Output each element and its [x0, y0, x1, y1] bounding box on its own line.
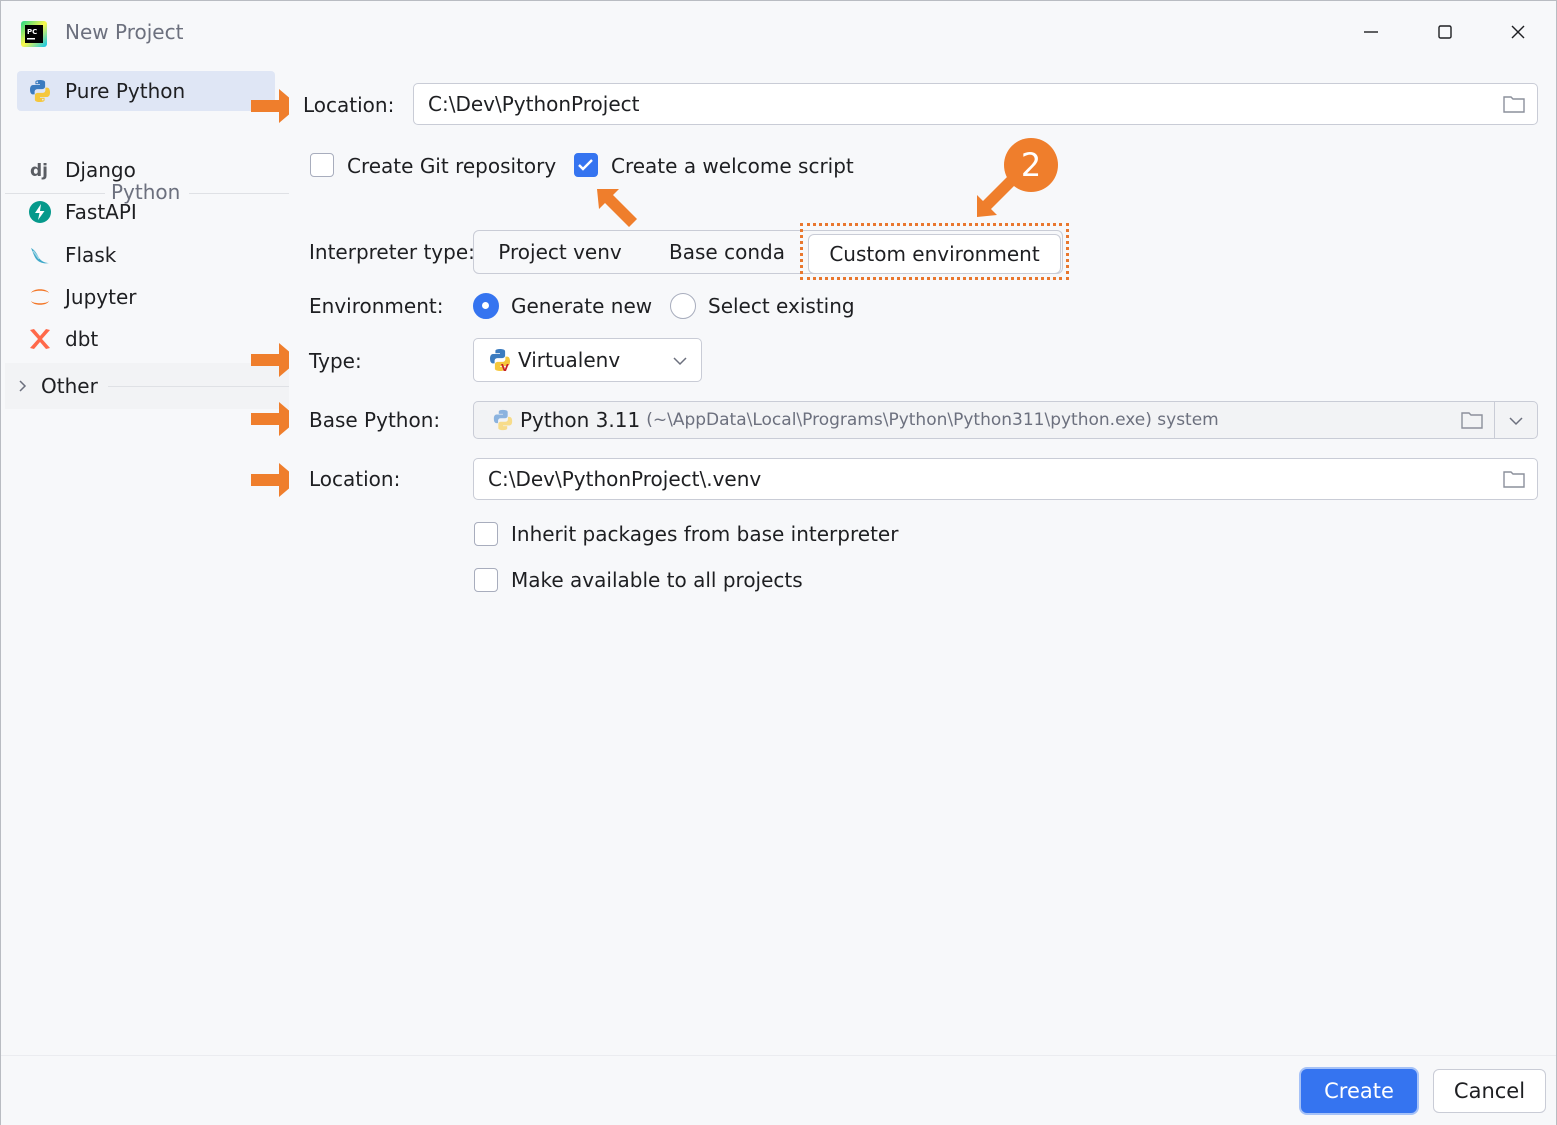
venv-location-input[interactable]: C:\Dev\PythonProject\.venv — [473, 458, 1538, 500]
folder-icon[interactable] — [1461, 410, 1483, 430]
base-python-select[interactable]: Python 3.11 (~\AppData\Local\Programs\Py… — [473, 401, 1538, 439]
location-value: C:\Dev\PythonProject — [428, 92, 640, 116]
sidebar-item-dbt[interactable]: dbt — [17, 319, 275, 359]
sidebar-item-jupyter[interactable]: Jupyter — [17, 277, 275, 317]
project-type-sidebar: Pure Python Python dj Django FastAPI Fla… — [3, 63, 299, 1055]
python-icon — [27, 78, 53, 104]
venv-location-value: C:\Dev\PythonProject\.venv — [488, 467, 762, 491]
maximize-icon — [1438, 25, 1452, 39]
chevron-down-icon[interactable] — [1509, 416, 1523, 426]
jupyter-icon — [27, 284, 53, 310]
type-label: Type: — [309, 349, 362, 373]
inherit-packages-checkbox[interactable] — [474, 522, 498, 546]
minimize-icon — [1364, 31, 1378, 33]
svg-text:V: V — [501, 363, 509, 372]
fastapi-icon — [27, 199, 53, 225]
welcome-script-label: Create a welcome script — [611, 154, 854, 178]
dialog-footer: Create Cancel — [1, 1055, 1556, 1125]
sidebar-item-label: FastAPI — [65, 200, 137, 224]
interpreter-type-label: Interpreter type: — [309, 240, 475, 264]
env-generate-new-label: Generate new — [511, 294, 653, 318]
window-title: New Project — [65, 20, 184, 44]
svg-text:dj: dj — [30, 161, 48, 181]
virtualenv-icon: V — [490, 349, 510, 372]
svg-text:PC: PC — [27, 28, 37, 36]
type-value: Virtualenv — [518, 348, 621, 372]
sidebar-item-django[interactable]: dj Django — [17, 150, 275, 190]
sidebar-item-pure-python[interactable]: Pure Python — [17, 71, 275, 111]
checkmark-icon — [578, 159, 593, 171]
title-bar: PC New Project — [1, 1, 1556, 63]
sidebar-item-label: Jupyter — [65, 285, 137, 309]
base-python-path: (~\AppData\Local\Programs\Python\Python3… — [646, 410, 1219, 430]
pycharm-logo-icon: PC — [21, 21, 47, 47]
interpreter-option-base-conda[interactable]: Base conda — [646, 231, 808, 273]
venv-location-label: Location: — [309, 467, 401, 491]
new-project-dialog: PC New Project Pure Python Python dj Dja… — [0, 0, 1557, 1125]
create-git-checkbox[interactable] — [310, 153, 334, 177]
annotation-highlight-box — [800, 223, 1069, 280]
env-generate-new-radio[interactable] — [473, 293, 499, 319]
base-python-version: Python 3.11 — [520, 408, 641, 432]
location-input[interactable]: C:\Dev\PythonProject — [413, 83, 1538, 125]
inherit-packages-label: Inherit packages from base interpreter — [511, 522, 899, 546]
annotation-step-badge: 2 — [1004, 138, 1058, 192]
python-icon — [493, 409, 513, 431]
welcome-script-checkbox[interactable] — [574, 153, 598, 177]
type-dropdown[interactable]: V Virtualenv — [473, 338, 702, 382]
flask-icon — [27, 242, 53, 268]
interpreter-option-project-venv[interactable]: Project venv — [474, 231, 646, 273]
env-select-existing-label: Select existing — [708, 294, 855, 318]
sidebar-item-label: dbt — [65, 327, 99, 351]
base-python-label: Base Python: — [309, 408, 441, 432]
chevron-down-icon — [673, 357, 687, 366]
folder-icon[interactable] — [1503, 94, 1525, 114]
chevron-right-icon — [19, 380, 27, 392]
minimize-button[interactable] — [1351, 15, 1391, 49]
divider — [107, 385, 289, 387]
dbt-icon — [27, 326, 53, 352]
cancel-button[interactable]: Cancel — [1433, 1069, 1546, 1113]
divider — [1494, 402, 1495, 438]
annotation-arrow-icon — [597, 189, 637, 227]
make-available-checkbox[interactable] — [474, 568, 498, 592]
project-settings-panel: Location: C:\Dev\PythonProject Create Gi… — [289, 63, 1556, 1055]
create-git-label: Create Git repository — [347, 154, 557, 178]
django-icon: dj — [27, 157, 53, 183]
make-available-label: Make available to all projects — [511, 568, 803, 592]
close-button[interactable] — [1498, 15, 1538, 49]
environment-label: Environment: — [309, 294, 444, 318]
folder-icon[interactable] — [1503, 469, 1525, 489]
location-label: Location: — [303, 93, 395, 117]
sidebar-item-flask[interactable]: Flask — [17, 235, 275, 275]
sidebar-item-label: Django — [65, 158, 136, 182]
close-icon — [1511, 25, 1525, 39]
sidebar-item-label: Other — [41, 374, 98, 398]
maximize-button[interactable] — [1425, 15, 1465, 49]
sidebar-item-label: Pure Python — [65, 79, 186, 103]
sidebar-item-other[interactable]: Other — [5, 363, 289, 409]
sidebar-item-fastapi[interactable]: FastAPI — [17, 192, 275, 232]
sidebar-item-label: Flask — [65, 243, 117, 267]
env-select-existing-radio[interactable] — [670, 293, 696, 319]
create-button[interactable]: Create — [1301, 1069, 1417, 1113]
